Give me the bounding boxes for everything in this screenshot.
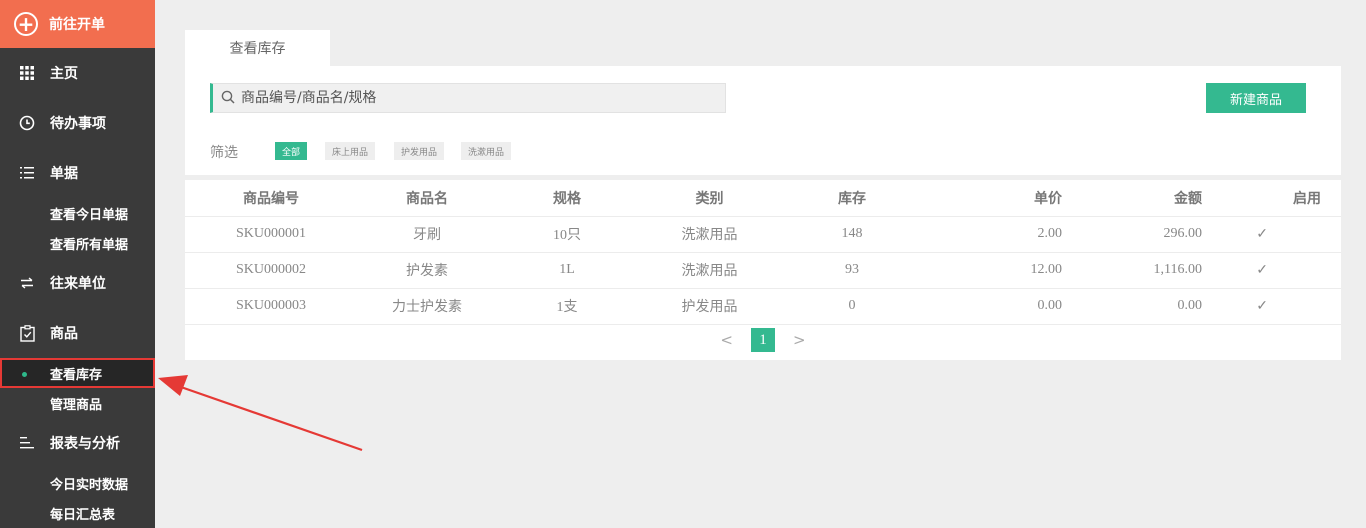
filter-chip-toiletries[interactable]: 洗漱用品 bbox=[461, 142, 511, 160]
cell-name: 力士护发素 bbox=[357, 288, 497, 325]
column-header: 商品名 bbox=[357, 180, 497, 217]
prev-page-button[interactable]: < bbox=[720, 331, 733, 349]
clock-icon bbox=[18, 115, 36, 131]
next-page-button[interactable]: > bbox=[793, 331, 806, 349]
sidebar-item-reports-daily[interactable]: 每日汇总表 bbox=[0, 498, 155, 528]
cell-stock: 0 bbox=[782, 288, 922, 325]
search-panel: 新建商品 筛选 全部 床上用品 护发用品 洗漱用品 bbox=[185, 66, 1341, 175]
cell-price: 0.00 bbox=[922, 288, 1062, 325]
sidebar-item-todo[interactable]: 待办事项 bbox=[0, 98, 155, 148]
table-row[interactable]: SKU000002 护发素 1L 洗漱用品 93 12.00 1,116.00 … bbox=[185, 252, 1341, 289]
active-dot-icon bbox=[22, 372, 27, 377]
sidebar-item-docs-today[interactable]: 查看今日单据 bbox=[0, 198, 155, 228]
cell-code: SKU000003 bbox=[185, 288, 357, 325]
sidebar-item-partners[interactable]: 往来单位 bbox=[0, 258, 155, 308]
sidebar-item-label: 报表与分析 bbox=[50, 436, 120, 452]
cell-amount: 0.00 bbox=[1062, 288, 1202, 325]
filter-chip-haircare[interactable]: 护发用品 bbox=[394, 142, 444, 160]
align-lines-icon bbox=[18, 437, 36, 449]
cell-spec: 10只 bbox=[497, 216, 637, 253]
cell-price: 12.00 bbox=[922, 252, 1062, 289]
cell-name: 牙刷 bbox=[357, 216, 497, 253]
plus-circle-icon: + bbox=[14, 12, 38, 36]
sidebar-item-label: 待办事项 bbox=[50, 116, 106, 132]
sidebar-item-goods-stock[interactable]: 查看库存 bbox=[0, 358, 155, 388]
check-icon: ✓ bbox=[1202, 216, 1341, 253]
sidebar-item-label: 往来单位 bbox=[50, 276, 106, 292]
filter-label: 筛选 bbox=[210, 145, 238, 161]
table-header-row: 商品编号 商品名 规格 类别 库存 单价 金额 启用 bbox=[185, 180, 1341, 217]
pagination: < 1 > bbox=[185, 328, 1341, 352]
search-box bbox=[210, 83, 726, 113]
column-header: 单价 bbox=[922, 180, 1062, 217]
go-order-label: 前往开单 bbox=[49, 17, 105, 33]
sidebar-item-goods[interactable]: 商品 bbox=[0, 308, 155, 358]
stock-table-panel: 商品编号 商品名 规格 类别 库存 单价 金额 启用 SKU000001 牙刷 … bbox=[185, 180, 1341, 360]
page-1-button[interactable]: 1 bbox=[751, 328, 775, 352]
cell-amount: 296.00 bbox=[1062, 216, 1202, 253]
table-row[interactable]: SKU000001 牙刷 10只 洗漱用品 148 2.00 296.00 ✓ bbox=[185, 216, 1341, 253]
sidebar-item-home[interactable]: 主页 bbox=[0, 48, 155, 98]
cell-stock: 93 bbox=[782, 252, 922, 289]
annotation-arrow-icon bbox=[158, 375, 363, 452]
stock-table: 商品编号 商品名 规格 类别 库存 单价 金额 启用 SKU000001 牙刷 … bbox=[185, 180, 1341, 325]
column-header: 金额 bbox=[1062, 180, 1202, 217]
list-icon bbox=[18, 167, 36, 179]
sidebar-item-label: 商品 bbox=[50, 326, 78, 342]
cell-amount: 1,116.00 bbox=[1062, 252, 1202, 289]
sidebar-item-docs-all[interactable]: 查看所有单据 bbox=[0, 228, 155, 258]
sidebar-item-docs[interactable]: 单据 bbox=[0, 148, 155, 198]
cell-spec: 1L bbox=[497, 252, 637, 289]
column-header: 类别 bbox=[637, 180, 782, 217]
sidebar-item-reports[interactable]: 报表与分析 bbox=[0, 418, 155, 468]
column-header: 商品编号 bbox=[185, 180, 357, 217]
column-header: 规格 bbox=[497, 180, 637, 217]
cell-price: 2.00 bbox=[922, 216, 1062, 253]
cell-category: 洗漱用品 bbox=[637, 252, 782, 289]
cell-category: 护发用品 bbox=[637, 288, 782, 325]
swap-arrows-icon bbox=[18, 277, 36, 289]
sidebar-item-reports-today[interactable]: 今日实时数据 bbox=[0, 468, 155, 498]
sidebar: + 前往开单 主页 待办事项 单据 查看今日单据 查看所有单据 往来单位 商品 … bbox=[0, 0, 155, 528]
sidebar-item-label: 主页 bbox=[50, 66, 78, 82]
cell-category: 洗漱用品 bbox=[637, 216, 782, 253]
cell-code: SKU000002 bbox=[185, 252, 357, 289]
sidebar-item-goods-manage[interactable]: 管理商品 bbox=[0, 388, 155, 418]
filter-chip-all[interactable]: 全部 bbox=[275, 142, 307, 160]
cell-name: 护发素 bbox=[357, 252, 497, 289]
new-product-button[interactable]: 新建商品 bbox=[1206, 83, 1306, 113]
sidebar-item-label: 单据 bbox=[50, 166, 78, 182]
cell-stock: 148 bbox=[782, 216, 922, 253]
search-icon bbox=[221, 89, 235, 108]
filter-chip-bedding[interactable]: 床上用品 bbox=[325, 142, 375, 160]
column-header: 库存 bbox=[782, 180, 922, 217]
check-icon: ✓ bbox=[1202, 288, 1341, 325]
cell-code: SKU000001 bbox=[185, 216, 357, 253]
check-icon: ✓ bbox=[1202, 252, 1341, 289]
tab-view-stock[interactable]: 查看库存 bbox=[185, 30, 330, 66]
clipboard-check-icon bbox=[18, 324, 36, 342]
sidebar-item-label: 查看库存 bbox=[50, 367, 103, 383]
column-header: 启用 bbox=[1202, 180, 1341, 217]
search-input[interactable] bbox=[241, 90, 701, 106]
table-row[interactable]: SKU000003 力士护发素 1支 护发用品 0 0.00 0.00 ✓ bbox=[185, 288, 1341, 325]
grid-icon bbox=[18, 66, 36, 80]
go-order-button[interactable]: + 前往开单 bbox=[0, 0, 155, 48]
cell-spec: 1支 bbox=[497, 288, 637, 325]
